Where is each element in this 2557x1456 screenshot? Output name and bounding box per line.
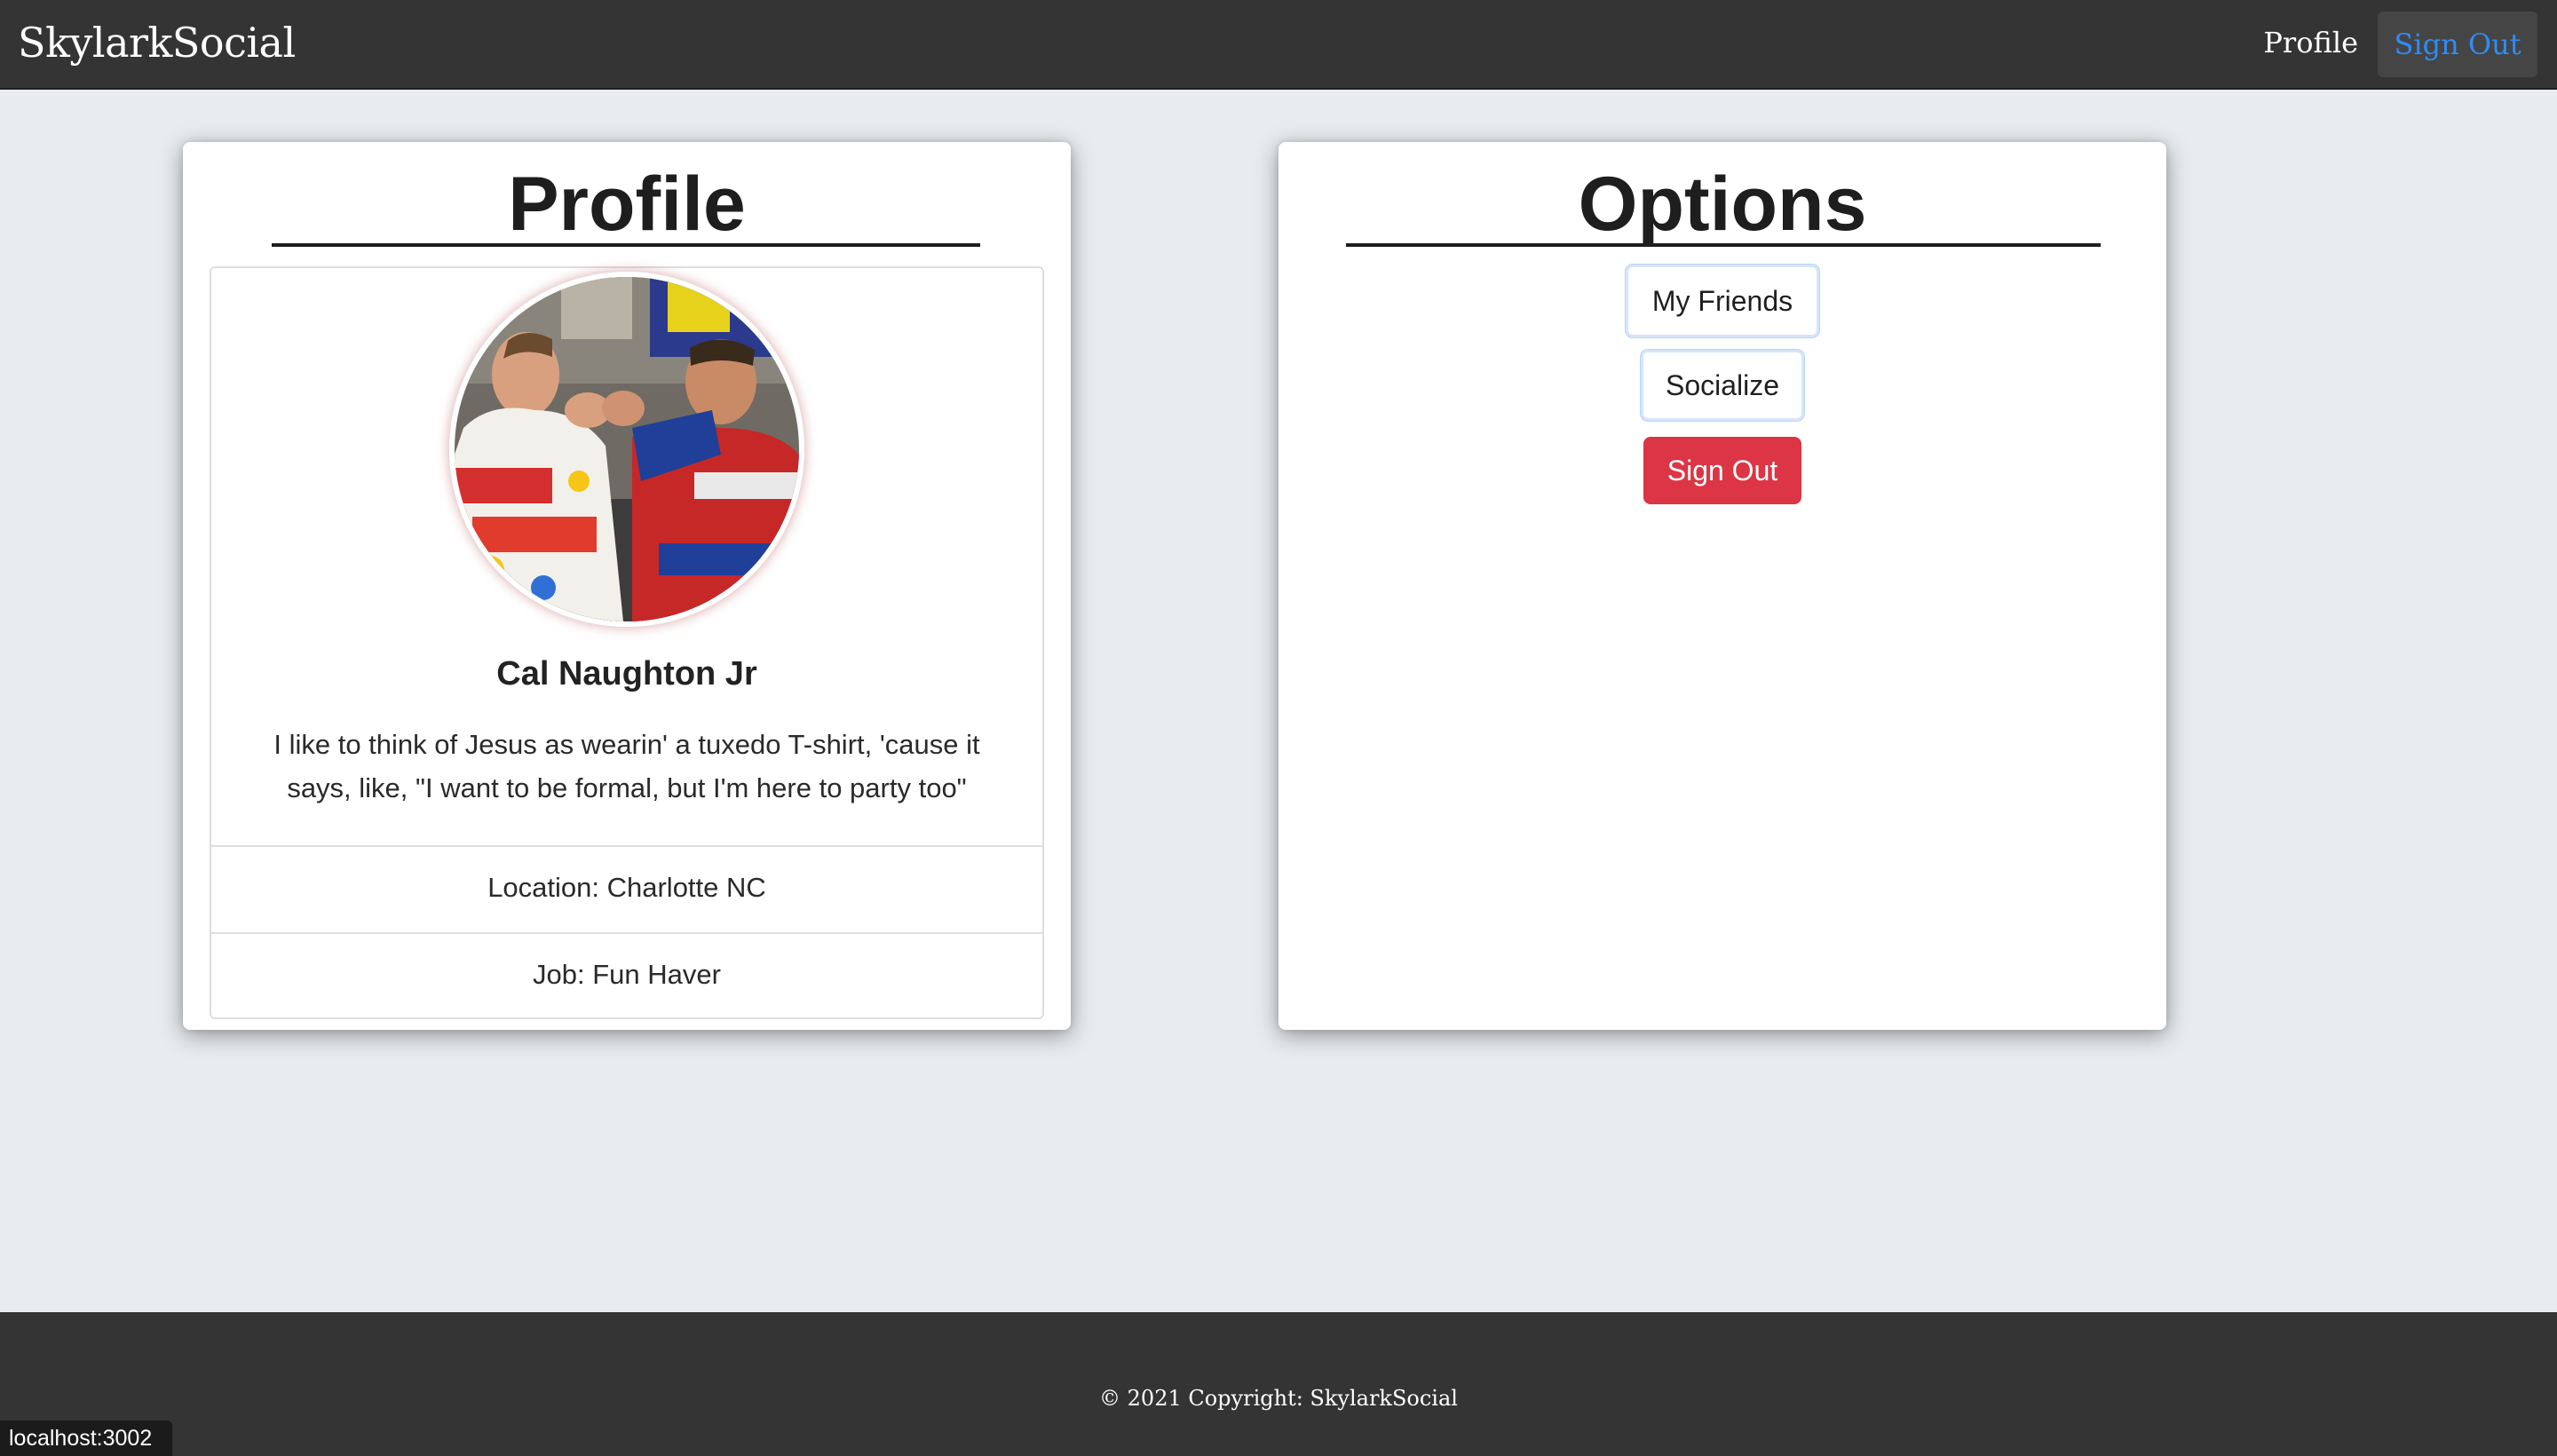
profile-details-card: Cal Naughton Jr I like to think of Jesus… [210,266,1044,1019]
page-footer: © 2021 Copyright: SkylarkSocial [0,1312,2557,1456]
profile-name: Cal Naughton Jr [496,655,757,692]
sign-out-button[interactable]: Sign Out [1643,437,1801,504]
avatar-photo [455,277,799,621]
divider [211,845,1042,847]
status-bar-url: localhost:3002 [0,1420,172,1456]
profile-bio: I like to think of Jesus as wearin' a tu… [273,729,980,803]
socialize-button[interactable]: Socialize [1641,350,1804,421]
options-card: Options My Friends Socialize Sign Out [1278,142,2166,1030]
profile-location: Location: Charlotte NC [487,872,766,903]
footer-copyright: © 2021 Copyright: SkylarkSocial [1099,1386,1458,1411]
divider [211,932,1042,934]
options-title-underline [1346,243,2101,247]
profile-card-title: Profile [508,162,746,247]
avatar [449,272,804,627]
top-navbar: SkylarkSocial Profile Sign Out [0,0,2557,90]
my-friends-button[interactable]: My Friends [1626,265,1819,337]
brand-logo[interactable]: SkylarkSocial [18,16,296,69]
nav-profile-link[interactable]: Profile [2263,23,2358,62]
nav-sign-out-button[interactable]: Sign Out [2378,12,2537,77]
profile-job: Job: Fun Haver [533,959,721,990]
profile-card: Profile Cal Naughton Jr I like to think … [183,142,1071,1030]
profile-title-underline [272,243,980,247]
options-card-title: Options [1578,162,1867,247]
